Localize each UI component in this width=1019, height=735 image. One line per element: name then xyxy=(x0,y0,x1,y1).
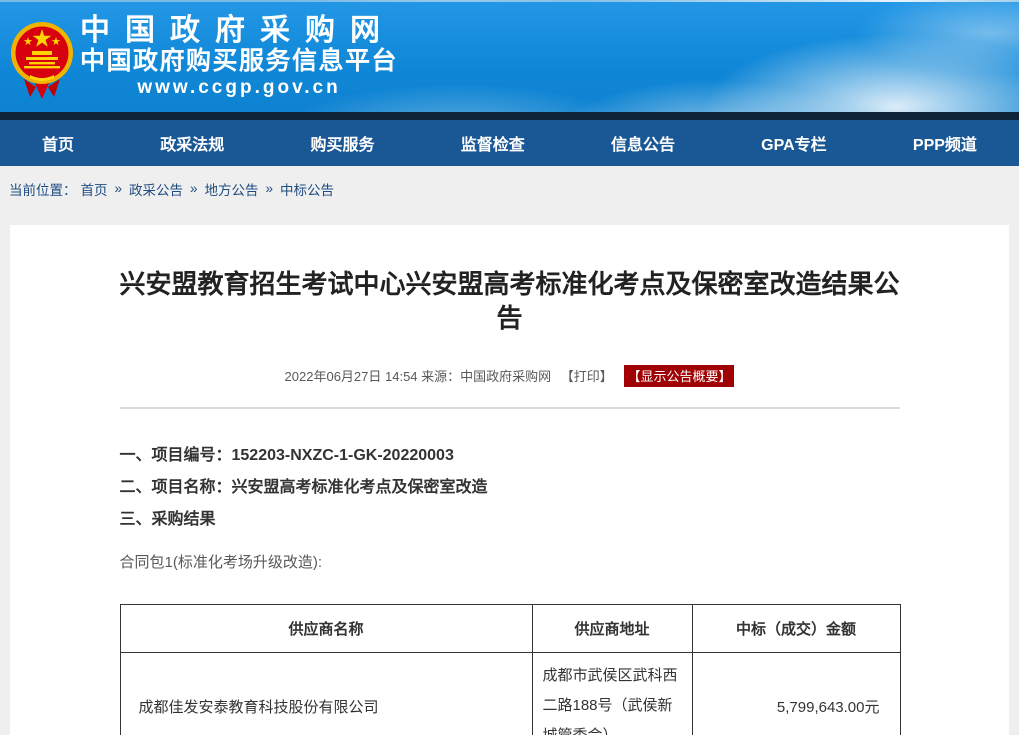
header-supplier-address: 供应商地址 xyxy=(532,605,692,653)
supplier-name-cell: 成都佳发安泰教育科技股份有限公司 xyxy=(120,653,532,735)
breadcrumb-notices[interactable]: 政采公告 xyxy=(129,179,183,199)
breadcrumb-separator-icon: » xyxy=(266,181,274,196)
breadcrumb-separator-icon: » xyxy=(115,181,123,196)
breadcrumb-local[interactable]: 地方公告 xyxy=(205,179,259,199)
breadcrumb-separator-icon: » xyxy=(190,181,198,196)
nav-item-purchase[interactable]: 购买服务 xyxy=(310,131,374,155)
breadcrumb-award[interactable]: 中标公告 xyxy=(280,179,334,199)
brand-text: 中国政府采购网 中国政府购买服务信息平台 www.ccgp.gov.cn xyxy=(80,15,398,100)
show-summary-button[interactable]: 【显示公告概要】 xyxy=(624,365,734,387)
site-name: 中国政府采购网 xyxy=(80,15,398,47)
project-number-line: 一、项目编号：152203-NXZC-1-GK-20220003 xyxy=(120,447,900,465)
divider xyxy=(120,407,900,409)
package-line: 合同包1(标准化考场升级改造): xyxy=(120,551,900,572)
site-subtitle: 中国政府购买服务信息平台 xyxy=(80,47,398,76)
article-datetime: 2022年06月27日 14:54 xyxy=(285,369,418,384)
supplier-address-cell: 成都市武侯区武科西二路188号（武侯新城管委会） xyxy=(532,653,692,735)
article-title: 兴安盟教育招生考试中心兴安盟高考标准化考点及保密室改造结果公告 xyxy=(120,267,900,335)
main-nav: 首页 政采法规 购买服务 监督检查 信息公告 GPA专栏 PPP频道 xyxy=(0,120,1019,166)
result-table: 供应商名称 供应商地址 中标（成交）金额 成都佳发安泰教育科技股份有限公司 成都… xyxy=(120,604,901,735)
result-heading-line: 三、采购结果 xyxy=(120,511,900,529)
project-name-line: 二、项目名称：兴安盟高考标准化考点及保密室改造 xyxy=(120,479,900,497)
article-body: 一、项目编号：152203-NXZC-1-GK-20220003 二、项目名称：… xyxy=(120,447,900,735)
nav-item-ppp[interactable]: PPP频道 xyxy=(913,131,977,155)
nav-item-regulations[interactable]: 政采法规 xyxy=(160,131,224,155)
award-amount-cell: 5,799,643.00元 xyxy=(692,653,900,735)
header-supplier-name: 供应商名称 xyxy=(120,605,532,653)
nav-item-supervision[interactable]: 监督检查 xyxy=(461,131,525,155)
content-card: 兴安盟教育招生考试中心兴安盟高考标准化考点及保密室改造结果公告 2022年06月… xyxy=(10,225,1009,735)
breadcrumb: 当前位置： 首页 » 政采公告 » 地方公告 » 中标公告 xyxy=(0,166,1019,225)
nav-top-strip xyxy=(0,112,1019,120)
table-row: 成都佳发安泰教育科技股份有限公司 成都市武侯区武科西二路188号（武侯新城管委会… xyxy=(120,653,900,735)
article-source: 来源：中国政府采购网 xyxy=(421,369,551,384)
nav-item-gpa[interactable]: GPA专栏 xyxy=(761,131,827,155)
national-emblem-logo xyxy=(10,17,74,101)
home-link[interactable]: 中国政府采购网 中国政府购买服务信息平台 www.ccgp.gov.cn xyxy=(0,13,398,101)
article-meta: 2022年06月27日 14:54 来源：中国政府采购网 【打印】 【显示公告概… xyxy=(120,365,900,387)
print-button[interactable]: 【打印】 xyxy=(561,369,613,384)
nav-item-home[interactable]: 首页 xyxy=(42,131,74,155)
breadcrumb-prefix: 当前位置： xyxy=(9,179,77,199)
breadcrumb-home[interactable]: 首页 xyxy=(81,179,108,199)
table-header-row: 供应商名称 供应商地址 中标（成交）金额 xyxy=(120,605,900,653)
nav-item-notices[interactable]: 信息公告 xyxy=(611,131,675,155)
header-award-amount: 中标（成交）金额 xyxy=(692,605,900,653)
site-banner: 中国政府采购网 中国政府购买服务信息平台 www.ccgp.gov.cn xyxy=(0,0,1019,112)
site-url: www.ccgp.gov.cn xyxy=(80,76,398,100)
